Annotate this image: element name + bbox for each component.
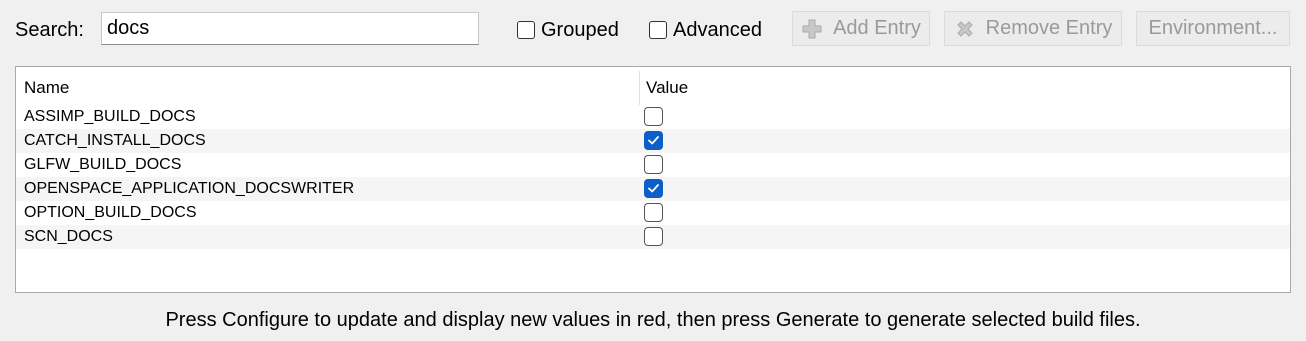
advanced-label: Advanced: [673, 18, 762, 41]
table-row[interactable]: OPTION_BUILD_DOCS: [16, 201, 1290, 225]
advanced-checkbox[interactable]: Advanced: [649, 17, 762, 43]
variable-name: ASSIMP_BUILD_DOCS: [24, 108, 196, 125]
toolbar: Search: Grouped Advanced Add Entry Remov…: [0, 0, 1306, 60]
remove-entry-label: Remove Entry: [985, 17, 1113, 39]
table-rows: ASSIMP_BUILD_DOCS CATCH_INSTALL_DOCS GLFW_…: [16, 105, 1290, 249]
table-row[interactable]: CATCH_INSTALL_DOCS: [16, 129, 1290, 153]
value-checkbox[interactable]: [644, 203, 663, 222]
checkmark-icon: [648, 136, 659, 145]
value-checkbox[interactable]: [644, 227, 663, 246]
grouped-label: Grouped: [541, 18, 619, 41]
variable-name: GLFW_BUILD_DOCS: [24, 156, 182, 173]
value-cell: [644, 227, 664, 247]
add-entry-label: Add Entry: [833, 17, 921, 39]
column-header-value[interactable]: Value: [646, 78, 688, 98]
grouped-checkbox-box[interactable]: [517, 21, 535, 39]
value-cell: [644, 155, 664, 175]
table-row[interactable]: GLFW_BUILD_DOCS: [16, 153, 1290, 177]
table-row[interactable]: SCN_DOCS: [16, 225, 1290, 249]
plus-icon: [801, 18, 823, 40]
value-cell: [644, 179, 664, 199]
value-cell: [644, 203, 664, 223]
variable-name: SCN_DOCS: [24, 228, 113, 245]
value-checkbox[interactable]: [644, 107, 663, 126]
value-checkbox[interactable]: [644, 179, 663, 198]
x-icon: [954, 18, 976, 40]
table-header: Name Value: [16, 67, 1290, 105]
environment-button[interactable]: Environment...: [1136, 11, 1290, 46]
status-message: Press Configure to update and display ne…: [165, 309, 1141, 331]
search-input[interactable]: [101, 12, 479, 45]
variable-name: CATCH_INSTALL_DOCS: [24, 132, 206, 149]
search-label: Search:: [15, 19, 84, 41]
variable-name: OPENSPACE_APPLICATION_DOCSWRITER: [24, 180, 355, 197]
value-checkbox[interactable]: [644, 131, 663, 150]
remove-entry-button[interactable]: Remove Entry: [944, 11, 1122, 46]
grouped-checkbox[interactable]: Grouped: [517, 17, 619, 43]
column-header-name[interactable]: Name: [24, 78, 69, 98]
cache-variables-table: Name Value ASSIMP_BUILD_DOCS CATCH_INSTAL…: [15, 66, 1291, 293]
value-cell: [644, 107, 664, 127]
table-row[interactable]: ASSIMP_BUILD_DOCS: [16, 105, 1290, 129]
value-checkbox[interactable]: [644, 155, 663, 174]
column-separator[interactable]: [639, 71, 640, 105]
table-row[interactable]: OPENSPACE_APPLICATION_DOCSWRITER: [16, 177, 1290, 201]
add-entry-button[interactable]: Add Entry: [792, 11, 930, 46]
variable-name: OPTION_BUILD_DOCS: [24, 204, 197, 221]
environment-label: Environment...: [1148, 17, 1278, 39]
checkmark-icon: [648, 184, 659, 193]
advanced-checkbox-box[interactable]: [649, 21, 667, 39]
value-cell: [644, 131, 664, 151]
